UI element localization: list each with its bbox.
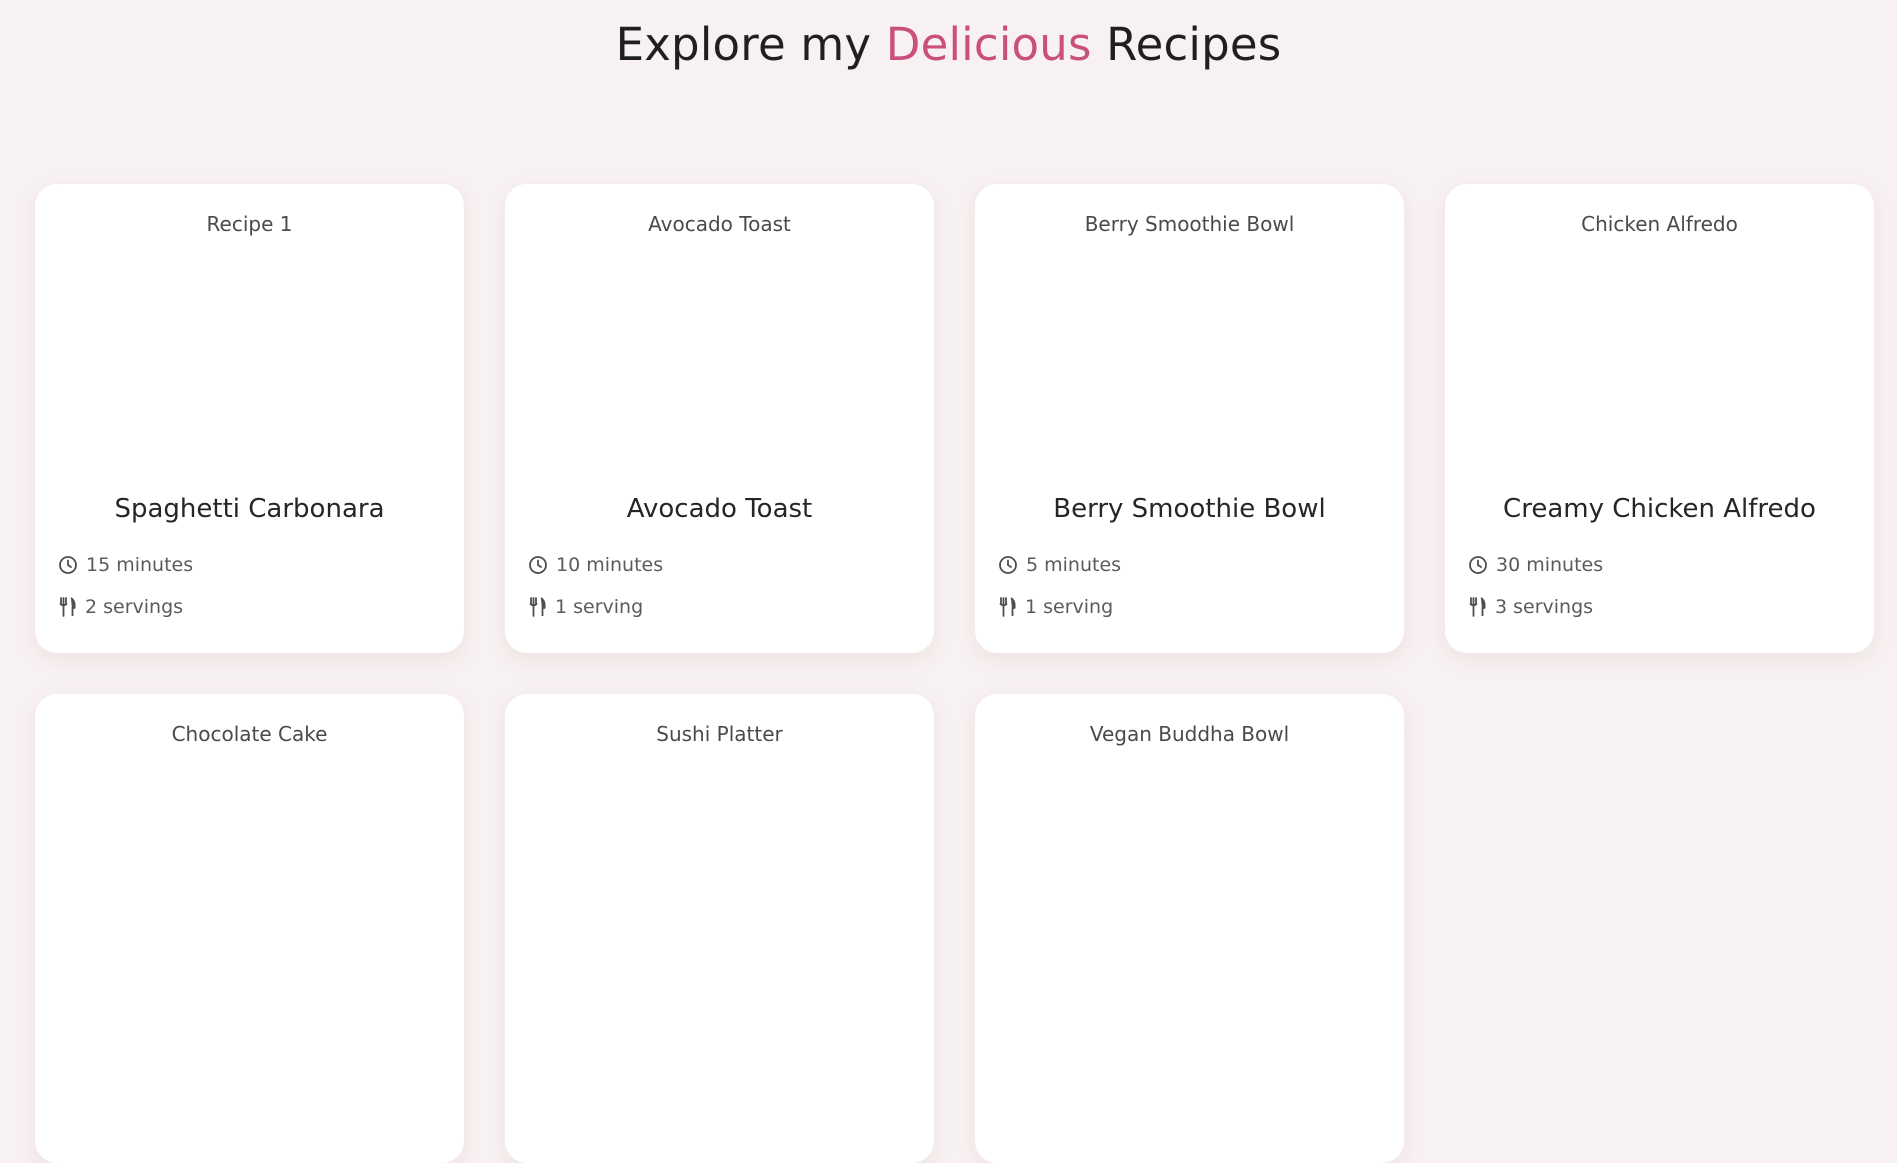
utensils-icon	[58, 597, 77, 617]
recipe-time-label: 30 minutes	[1496, 554, 1604, 576]
recipe-title: Avocado Toast	[626, 494, 813, 524]
recipe-servings: 1 serving	[528, 596, 643, 618]
recipe-servings-label: 1 serving	[1025, 596, 1114, 618]
page-title-prefix: Explore my	[615, 18, 886, 71]
recipe-title: Creamy Chicken Alfredo	[1503, 494, 1816, 524]
recipe-image: Berry Smoothie Bowl	[1084, 212, 1295, 236]
recipe-time-label: 10 minutes	[556, 554, 664, 576]
recipe-title: Spaghetti Carbonara	[114, 494, 385, 524]
clock-icon	[528, 555, 548, 575]
utensils-icon	[998, 597, 1017, 617]
recipe-servings-label: 2 servings	[85, 596, 184, 618]
utensils-icon	[528, 597, 547, 617]
page-title-accent: Delicious	[885, 18, 1092, 71]
recipe-time: 10 minutes	[528, 554, 663, 576]
recipe-card[interactable]: Sushi Platter	[505, 694, 934, 1163]
recipe-image: Avocado Toast	[648, 212, 791, 236]
clock-icon	[1468, 555, 1488, 575]
recipe-image: Vegan Buddha Bowl	[1089, 722, 1290, 746]
recipe-time-label: 15 minutes	[86, 554, 194, 576]
recipe-card[interactable]: Berry Smoothie Bowl Berry Smoothie Bowl …	[975, 184, 1404, 653]
recipe-servings-label: 1 serving	[555, 596, 644, 618]
recipe-card[interactable]: Recipe 1 Spaghetti Carbonara 15 minutes …	[35, 184, 464, 653]
recipe-servings: 2 servings	[58, 596, 183, 618]
recipe-time: 15 minutes	[58, 554, 193, 576]
recipe-card[interactable]: Chicken Alfredo Creamy Chicken Alfredo 3…	[1445, 184, 1874, 653]
clock-icon	[58, 555, 78, 575]
recipe-image: Sushi Platter	[656, 722, 783, 746]
recipe-servings: 1 serving	[998, 596, 1113, 618]
recipe-card[interactable]: Avocado Toast Avocado Toast 10 minutes 1…	[505, 184, 934, 653]
recipe-grid: Recipe 1 Spaghetti Carbonara 15 minutes …	[35, 184, 1875, 1163]
recipe-servings-label: 3 servings	[1495, 596, 1594, 618]
recipe-card[interactable]: Chocolate Cake	[35, 694, 464, 1163]
recipe-title: Berry Smoothie Bowl	[1053, 494, 1326, 524]
recipe-servings: 3 servings	[1468, 596, 1593, 618]
recipe-image: Recipe 1	[206, 212, 293, 236]
recipe-time: 5 minutes	[998, 554, 1121, 576]
page-title: Explore my Delicious Recipes	[0, 18, 1897, 71]
recipe-card[interactable]: Vegan Buddha Bowl	[975, 694, 1404, 1163]
recipe-time: 30 minutes	[1468, 554, 1603, 576]
page-title-suffix: Recipes	[1091, 18, 1282, 71]
recipe-time-label: 5 minutes	[1026, 554, 1122, 576]
recipe-image: Chocolate Cake	[171, 722, 328, 746]
clock-icon	[998, 555, 1018, 575]
utensils-icon	[1468, 597, 1487, 617]
recipe-image: Chicken Alfredo	[1581, 212, 1738, 236]
